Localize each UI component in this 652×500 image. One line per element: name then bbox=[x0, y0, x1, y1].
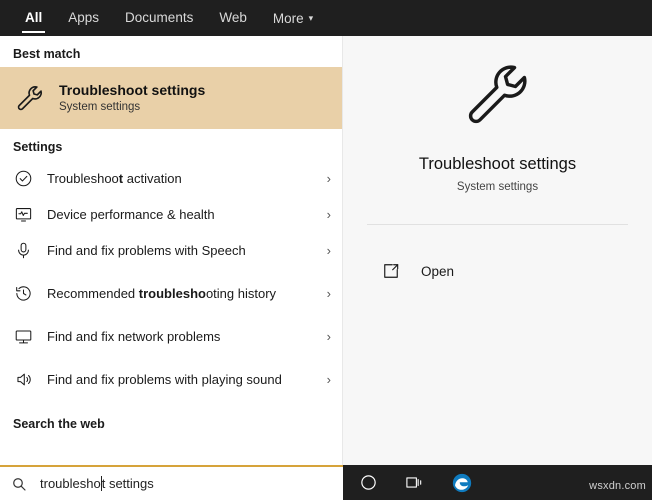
best-match-text: Troubleshoot settings System settings bbox=[59, 81, 205, 115]
open-external-icon bbox=[381, 261, 403, 281]
heart-monitor-icon bbox=[13, 205, 33, 224]
preview-header: Troubleshoot settings System settings bbox=[343, 36, 652, 218]
divider bbox=[367, 224, 628, 225]
result-label: Find and fix problems with playing sound bbox=[47, 371, 282, 387]
search-input[interactable]: troubleshot settings bbox=[0, 465, 343, 500]
preview-pane: Troubleshoot settings System settings Op… bbox=[343, 36, 652, 465]
result-device-performance-health[interactable]: Device performance & health › bbox=[0, 196, 342, 232]
network-icon bbox=[13, 327, 33, 346]
tab-more[interactable]: More ▾ bbox=[260, 0, 326, 36]
best-match-result[interactable]: Troubleshoot settings System settings bbox=[0, 67, 342, 129]
chevron-right-icon[interactable]: › bbox=[319, 207, 331, 222]
results-pane: Best match Troubleshoot settings System … bbox=[0, 36, 343, 465]
result-label: Troubleshoot activation bbox=[47, 170, 182, 186]
tab-apps[interactable]: Apps bbox=[55, 0, 112, 36]
result-label: Recommended troubleshooting history bbox=[47, 285, 277, 301]
speaker-icon bbox=[13, 370, 33, 389]
search-query-typed: troublesho bbox=[40, 476, 101, 491]
search-query-rest: t settings bbox=[101, 476, 154, 491]
open-action-label: Open bbox=[421, 263, 455, 279]
best-match-subtitle: System settings bbox=[59, 101, 141, 113]
result-recommended-troubleshooting-history[interactable]: Recommended troubleshooting history › bbox=[0, 268, 342, 318]
taskbar: troubleshot settings wsxdn.com bbox=[0, 465, 652, 500]
chevron-right-icon[interactable]: › bbox=[319, 171, 331, 186]
result-label: Find and fix problems with Speech bbox=[47, 242, 246, 258]
search-flyout: All Apps Documents Web More ▾ Best match … bbox=[0, 0, 652, 500]
search-filter-tabs: All Apps Documents Web More ▾ bbox=[0, 0, 652, 36]
result-label: Device performance & health bbox=[47, 206, 215, 222]
tab-all[interactable]: All bbox=[12, 0, 55, 36]
wrench-icon bbox=[462, 58, 534, 135]
best-match-header: Best match bbox=[13, 47, 81, 61]
result-troubleshoot-activation[interactable]: Troubleshoot activation › bbox=[0, 160, 342, 196]
cortana-circle-icon[interactable] bbox=[359, 473, 378, 492]
best-match-title: Troubleshoot settings bbox=[59, 82, 206, 98]
watermark: wsxdn.com bbox=[589, 480, 646, 492]
tab-documents[interactable]: Documents bbox=[112, 0, 206, 36]
tab-more-label: More bbox=[272, 11, 304, 26]
tab-documents-label: Documents bbox=[125, 10, 194, 25]
search-icon bbox=[11, 476, 29, 492]
preview-subtitle: System settings bbox=[456, 181, 539, 193]
history-icon bbox=[13, 284, 33, 303]
open-action[interactable]: Open bbox=[343, 251, 652, 291]
result-label: Find and fix network problems bbox=[47, 328, 221, 344]
chevron-right-icon[interactable]: › bbox=[319, 286, 331, 301]
microphone-icon bbox=[13, 241, 33, 260]
chevron-right-icon[interactable]: › bbox=[319, 372, 331, 387]
chevron-down-icon: ▾ bbox=[308, 13, 314, 23]
wrench-icon bbox=[13, 81, 47, 115]
chevron-right-icon[interactable]: › bbox=[319, 329, 331, 344]
search-input-text: troubleshot settings bbox=[40, 476, 154, 491]
tab-web-label: Web bbox=[219, 10, 247, 25]
tab-all-label: All bbox=[25, 10, 43, 25]
search-web-header: Search the web bbox=[13, 417, 105, 431]
tab-web[interactable]: Web bbox=[206, 0, 260, 36]
result-fix-sound-problems[interactable]: Find and fix problems with playing sound… bbox=[0, 354, 342, 404]
edge-browser-icon[interactable] bbox=[451, 472, 473, 494]
tab-apps-label: Apps bbox=[68, 10, 100, 25]
preview-title: Troubleshoot settings bbox=[418, 155, 577, 173]
settings-header: Settings bbox=[13, 140, 63, 154]
result-fix-network-problems[interactable]: Find and fix network problems › bbox=[0, 318, 342, 354]
check-circle-icon bbox=[13, 169, 33, 188]
chevron-right-icon[interactable]: › bbox=[319, 243, 331, 258]
task-view-icon[interactable] bbox=[404, 473, 425, 492]
result-fix-speech-problems[interactable]: Find and fix problems with Speech › bbox=[0, 232, 342, 268]
